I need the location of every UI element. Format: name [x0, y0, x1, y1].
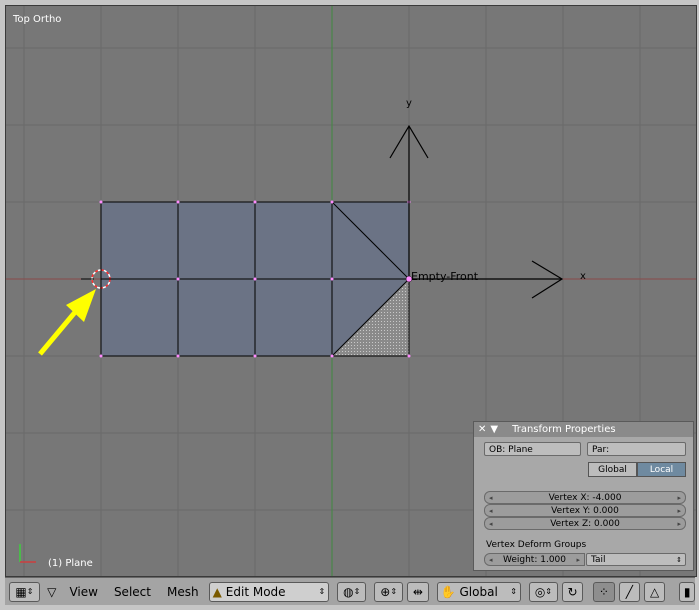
vertex-select-mode-button[interactable]: ⁘ — [593, 581, 615, 602]
manipulator-icon: ⇹ — [412, 584, 423, 599]
limit-selection-button[interactable]: ▮ — [679, 581, 695, 602]
axis-x-label: x — [580, 271, 586, 282]
pivot-select[interactable]: ⊕ ⇕ — [374, 581, 404, 602]
vertex-x-field[interactable]: ◂ Vertex X: -4.000 ▸ — [484, 491, 686, 504]
menu-mesh[interactable]: Mesh — [161, 585, 205, 599]
object-name-field[interactable]: OB: Plane — [484, 442, 581, 456]
parent-field[interactable]: Par: — [587, 442, 686, 456]
panel-header[interactable]: ✕ ▼ Transform Properties — [474, 422, 693, 437]
manipulator-toggle[interactable]: ⇹ — [407, 581, 429, 602]
sphere-shading-icon: ◍ — [343, 584, 354, 599]
updown-icon: ⇕ — [510, 587, 517, 596]
axis-widget-icon — [19, 544, 36, 563]
object-label: (1) Plane — [48, 558, 93, 569]
face-select-mode-button[interactable]: △ — [643, 581, 666, 602]
weight-field[interactable]: ◂ Weight: 1.000 ▸ — [484, 553, 585, 566]
axis-y-label: y — [406, 98, 412, 109]
editor-type-button[interactable]: ▦ ⇕ — [9, 581, 40, 602]
edge-select-mode-button[interactable]: ╱ — [618, 581, 640, 602]
rotate-icon: ↻ — [567, 584, 578, 599]
yellow-arrow-icon — [38, 289, 96, 356]
local-button[interactable]: Local — [637, 462, 686, 477]
proportional-edit-select[interactable]: ◎ ⇕ — [528, 581, 558, 602]
snap-toggle[interactable]: ↻ — [561, 581, 584, 602]
orientation-select[interactable]: ✋ Global ⇕ — [436, 581, 521, 602]
mesh-plane[interactable] — [99, 200, 411, 358]
panel-title: Transform Properties — [512, 424, 616, 435]
edge-select-icon: ╱ — [625, 584, 633, 599]
grid-icon: ▦ — [15, 584, 27, 599]
hand-icon: ✋ — [440, 584, 456, 599]
vertex-deform-groups-label: Vertex Deform Groups — [486, 540, 587, 550]
menu-view[interactable]: View — [63, 585, 103, 599]
updown-icon: ⇕ — [318, 587, 326, 596]
vertex-y-field[interactable]: ◂ Vertex Y: 0.000 ▸ — [484, 504, 686, 517]
menu-collapse-icon[interactable]: ▽ — [44, 582, 60, 602]
vertex-select-icon: ⁘ — [598, 584, 609, 599]
view-title: Top Ortho — [13, 14, 62, 25]
face-select-icon: △ — [650, 584, 660, 599]
deform-group-select[interactable]: Tail ⇕ — [586, 553, 686, 566]
target-icon: ◎ — [534, 584, 546, 599]
cube-icon: ▮ — [683, 584, 691, 599]
vertex-z-field[interactable]: ◂ Vertex Z: 0.000 ▸ — [484, 517, 686, 530]
edit-mode-icon: ▲ — [212, 584, 222, 599]
transform-properties-panel[interactable]: ✕ ▼ Transform Properties OB: Plane Par: … — [473, 421, 694, 571]
3d-viewport[interactable]: Top Ortho (1) Plane Empty-Front y x ✕ ▼ … — [5, 5, 697, 577]
mode-select[interactable]: ▲ Edit Mode ⇕ — [208, 581, 330, 602]
menu-select[interactable]: Select — [108, 585, 157, 599]
draw-type-select[interactable]: ◍ ⇕ — [337, 581, 367, 602]
empty-name-label: Empty-Front — [411, 270, 479, 283]
close-icon[interactable]: ✕ — [478, 424, 486, 435]
collapse-icon[interactable]: ▼ — [490, 424, 498, 435]
pivot-crosshair-icon: ⊕ — [380, 584, 391, 599]
global-button[interactable]: Global — [588, 462, 637, 477]
updown-icon: ⇕ — [676, 556, 682, 564]
3d-view-header: ▦ ⇕ ▽ View Select Mesh ▲ Edit Mode ⇕ ◍ ⇕ ⊕… — [5, 577, 695, 605]
